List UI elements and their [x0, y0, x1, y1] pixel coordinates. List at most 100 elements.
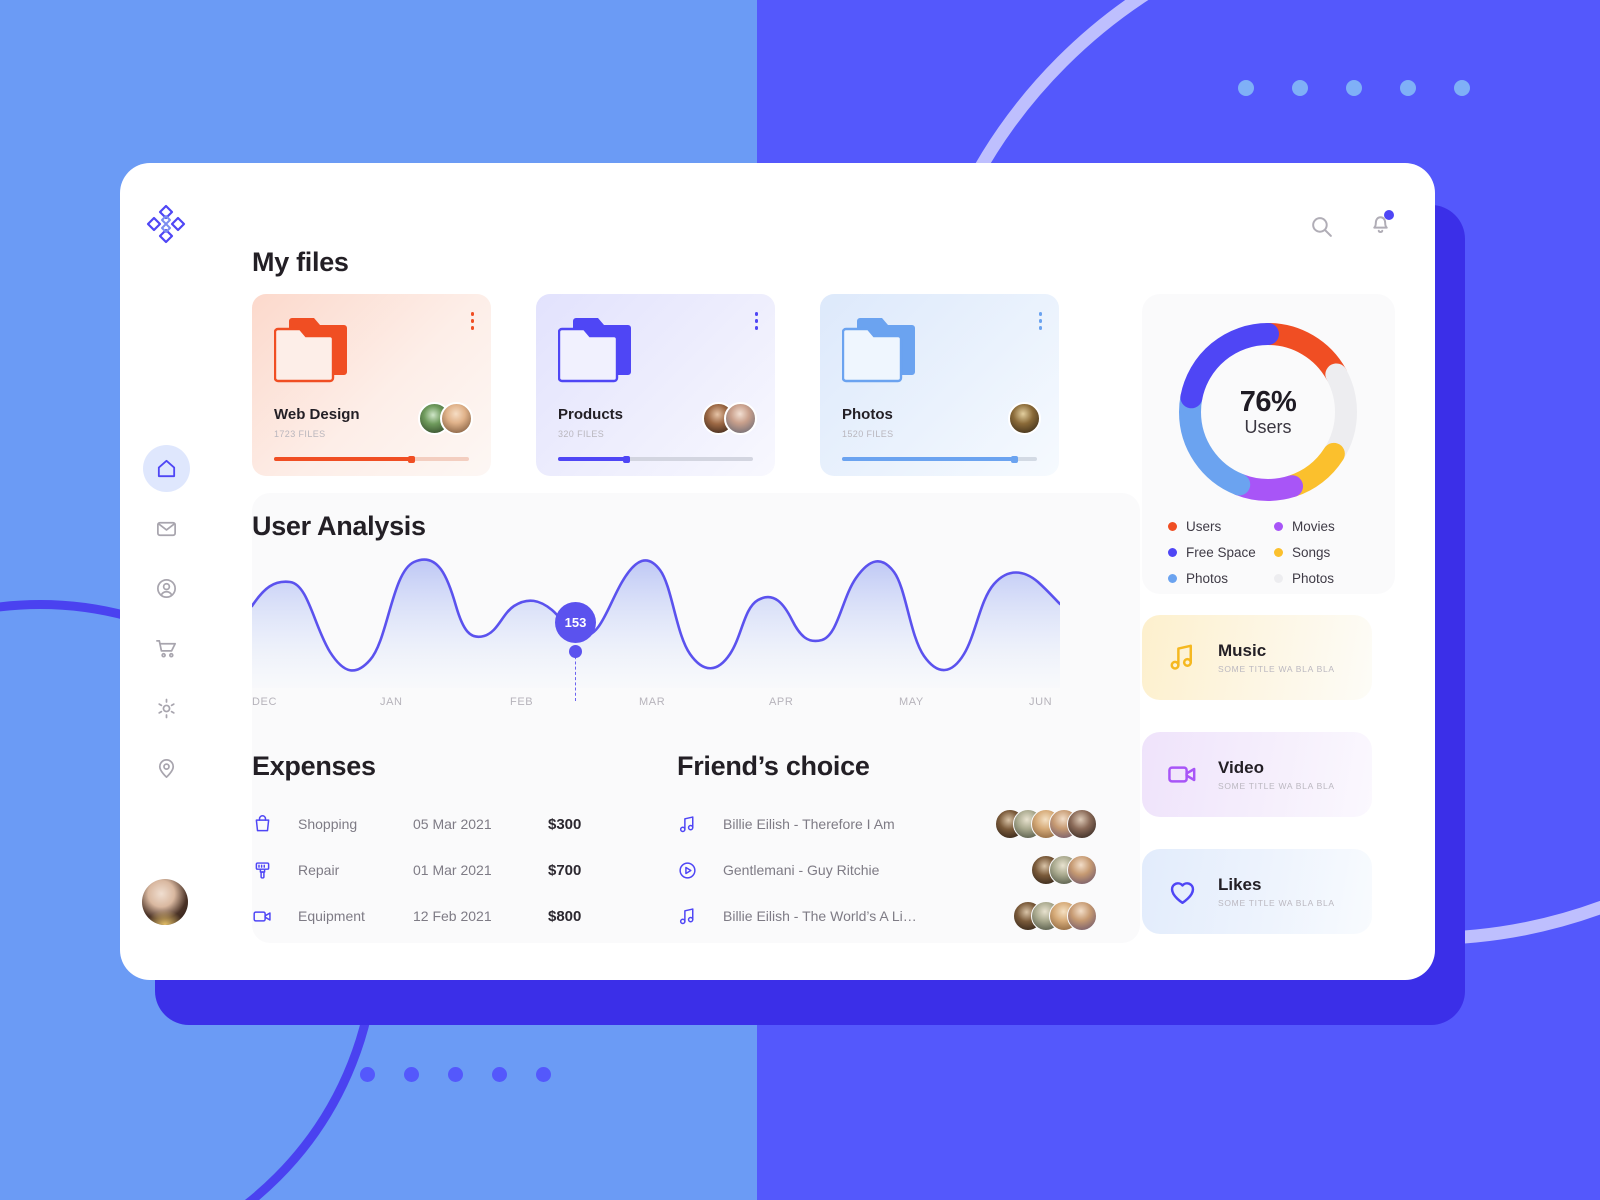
- sidebar-item-mail[interactable]: [143, 505, 190, 552]
- file-card-avatars: [1008, 402, 1041, 435]
- sidebar-item-profile[interactable]: [143, 565, 190, 612]
- mail-icon: [156, 521, 176, 537]
- right-column: 76% Users Users Movies Free Space Songs: [1142, 163, 1435, 980]
- mini-card-video[interactable]: Video SOME TITLE WA BLA BLA: [1142, 732, 1372, 817]
- expenses-title: Expenses: [252, 751, 376, 781]
- mini-card-likes[interactable]: Likes SOME TITLE WA BLA BLA: [1142, 849, 1372, 934]
- location-icon: [158, 759, 174, 778]
- file-cards-list: Web Design 1723 FILES Products 320 FILES…: [252, 294, 1059, 476]
- table-row[interactable]: Repair 01 Mar 2021 $700: [252, 847, 652, 893]
- folder-icon: [841, 316, 920, 384]
- table-row[interactable]: Shopping 05 Mar 2021 $300: [252, 801, 652, 847]
- x-tick-feb: FEB: [510, 696, 534, 708]
- expense-amount: $700: [548, 861, 582, 879]
- chart-x-axis-labels: DEC JAN FEB MAR APR MAY JUN: [252, 696, 1060, 708]
- paint-brush-icon: [252, 860, 298, 881]
- legend-label: Photos: [1292, 571, 1335, 586]
- table-row[interactable]: Equipment 12 Feb 2021 $800: [252, 893, 652, 939]
- file-card-avatars: [702, 402, 757, 435]
- x-tick-apr: APR: [769, 696, 794, 708]
- file-card-title: Photos: [842, 406, 893, 423]
- legend-label: Free Space: [1186, 545, 1256, 560]
- track-title: Billie Eilish - The World’s A Li…: [723, 908, 917, 924]
- legend-item-photos-blue: Photos: [1168, 571, 1274, 586]
- user-analysis-chart[interactable]: [252, 548, 1060, 688]
- file-card-photos[interactable]: Photos 1520 FILES: [820, 294, 1059, 476]
- listener-avatars: [995, 809, 1097, 839]
- shopping-bag-icon: [252, 814, 298, 835]
- legend-item-photos-grey: Photos: [1274, 571, 1373, 586]
- decorative-dots-top: [1238, 80, 1470, 96]
- mini-card-title: Video: [1218, 758, 1264, 777]
- more-options-icon[interactable]: [470, 312, 474, 330]
- page-title: My files: [252, 247, 349, 277]
- expense-date: 05 Mar 2021: [413, 816, 492, 832]
- listener-avatars: [1013, 901, 1097, 931]
- sidebar-item-settings[interactable]: [143, 685, 190, 732]
- mini-card-title: Music: [1218, 641, 1267, 660]
- x-tick-mar: MAR: [639, 696, 666, 708]
- expense-date: 12 Feb 2021: [413, 908, 492, 924]
- more-options-icon[interactable]: [754, 312, 758, 330]
- file-card-count: 320 FILES: [558, 429, 605, 439]
- listener-avatars: [1031, 855, 1097, 885]
- donut-subtitle: Users: [1244, 417, 1292, 437]
- expense-category: Repair: [298, 862, 340, 878]
- donut-legend: Users Movies Free Space Songs Photos Pho…: [1168, 519, 1373, 586]
- user-icon: [156, 579, 176, 598]
- mini-card-subtitle: SOME TITLE WA BLA BLA: [1218, 781, 1335, 791]
- mini-card-subtitle: SOME TITLE WA BLA BLA: [1218, 664, 1335, 674]
- heart-icon: [1166, 875, 1218, 908]
- cart-icon: [155, 639, 176, 658]
- chart-tooltip-value: 153: [555, 602, 596, 643]
- friends-choice-title: Friend’s choice: [677, 751, 870, 781]
- folder-icon: [273, 316, 352, 384]
- diamond-cluster-logo-icon[interactable]: [145, 203, 187, 245]
- legend-label: Movies: [1292, 519, 1335, 534]
- donut-center-label: 76% Users: [1168, 312, 1368, 512]
- more-options-icon[interactable]: [1038, 312, 1042, 330]
- donut-chart[interactable]: 76% Users: [1168, 312, 1368, 512]
- music-note-icon: [677, 906, 723, 927]
- friends-choice-list: Billie Eilish - Therefore I Am Gentleman…: [677, 801, 1097, 939]
- x-tick-jan: JAN: [380, 696, 403, 708]
- video-camera-icon: [252, 906, 298, 927]
- storage-donut-card: 76% Users Users Movies Free Space Songs: [1142, 294, 1395, 594]
- expense-amount: $800: [548, 907, 582, 925]
- x-tick-may: MAY: [899, 696, 924, 708]
- legend-item-free-space: Free Space: [1168, 545, 1274, 560]
- sidebar: [120, 163, 212, 980]
- track-title: Billie Eilish - Therefore I Am: [723, 816, 895, 832]
- donut-percentage: 76%: [1239, 386, 1297, 418]
- legend-label: Songs: [1292, 545, 1331, 560]
- expenses-list: Shopping 05 Mar 2021 $300 Repair 01 Mar …: [252, 801, 652, 939]
- list-item[interactable]: Billie Eilish - Therefore I Am: [677, 801, 1097, 847]
- legend-item-users: Users: [1168, 519, 1274, 534]
- video-camera-icon: [1166, 758, 1218, 791]
- expense-category: Shopping: [298, 816, 358, 832]
- music-note-icon: [677, 814, 723, 835]
- file-card-products[interactable]: Products 320 FILES: [536, 294, 775, 476]
- mini-card-music[interactable]: Music SOME TITLE WA BLA BLA: [1142, 615, 1372, 700]
- list-item[interactable]: Billie Eilish - The World’s A Li…: [677, 893, 1097, 939]
- sidebar-item-cart[interactable]: [143, 625, 190, 672]
- gear-icon: [157, 698, 175, 719]
- avatar[interactable]: [142, 879, 188, 925]
- home-icon: [157, 459, 175, 478]
- sidebar-item-home[interactable]: [142, 445, 190, 492]
- chart-data-point[interactable]: [569, 645, 582, 658]
- legend-item-movies: Movies: [1274, 519, 1373, 534]
- file-card-avatars: [418, 402, 473, 435]
- folder-icon: [557, 316, 636, 384]
- dashboard-window: My files Web Design 1723 FILES Products …: [120, 163, 1435, 980]
- file-card-progress: [558, 455, 753, 463]
- file-card-progress: [274, 455, 469, 463]
- mini-card-title: Likes: [1218, 875, 1262, 894]
- list-item[interactable]: Gentlemani - Guy Ritchie: [677, 847, 1097, 893]
- expense-amount: $300: [548, 815, 582, 833]
- track-title: Gentlemani - Guy Ritchie: [723, 862, 880, 878]
- file-card-count: 1723 FILES: [274, 429, 326, 439]
- file-card-web-design[interactable]: Web Design 1723 FILES: [252, 294, 491, 476]
- mini-card-subtitle: SOME TITLE WA BLA BLA: [1218, 898, 1335, 908]
- sidebar-item-location[interactable]: [143, 745, 190, 792]
